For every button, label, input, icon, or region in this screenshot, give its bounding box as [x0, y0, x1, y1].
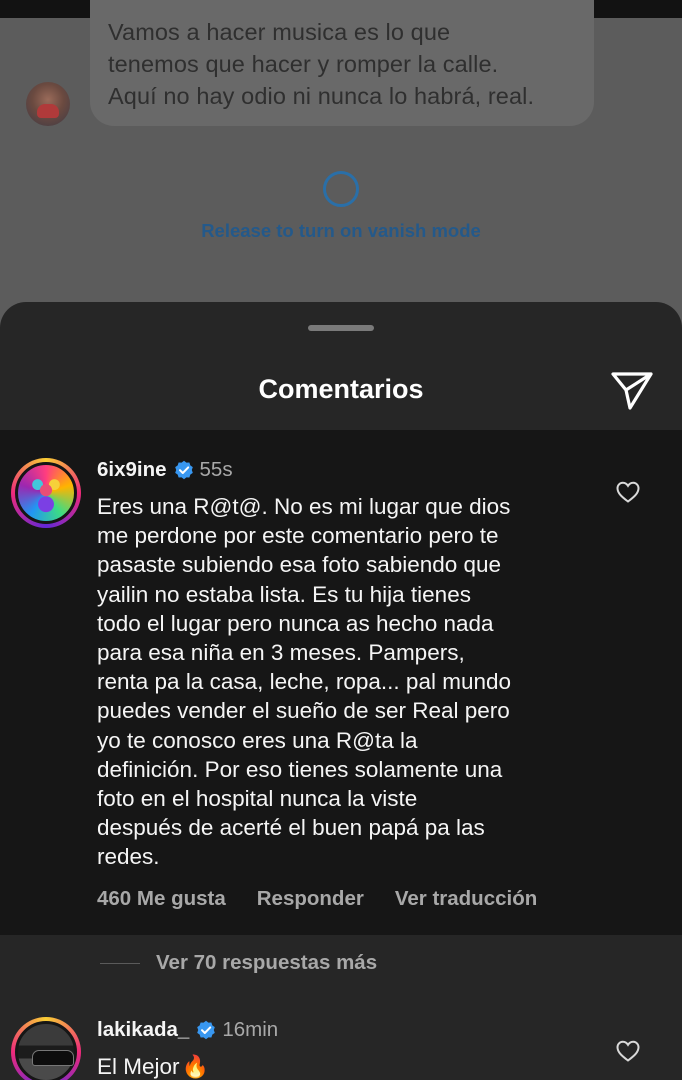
sender-avatar[interactable]: [26, 82, 70, 126]
reply-button[interactable]: Responder: [257, 887, 364, 911]
avatar-image: [15, 1021, 77, 1080]
replies-divider: [100, 962, 140, 964]
comment-line: definición. Por eso tienes solamente una: [97, 756, 503, 782]
comment-line: para esa niña en 3 meses. Pampers,: [97, 640, 465, 666]
commenter-avatar[interactable]: [11, 458, 81, 528]
message-bubble[interactable]: Vamos a hacer musica es lo que tenemos q…: [90, 0, 594, 126]
comment-line: pasaste subiendo esa foto sabiendo que: [97, 552, 502, 578]
comment-line: foto en el hospital nunca la viste: [97, 786, 418, 812]
car-image: [32, 1050, 74, 1066]
comment-username[interactable]: lakikada_: [97, 1018, 189, 1042]
comment-header: 6ix9ine 55s: [97, 458, 233, 482]
comment-timestamp: 16min: [222, 1018, 279, 1041]
sheet-drag-handle[interactable]: [308, 325, 374, 331]
view-replies-label: Ver 70 respuestas más: [156, 951, 378, 974]
likes-count[interactable]: 460 Me gusta: [97, 887, 226, 911]
message-line: Vamos a hacer musica es lo que: [108, 19, 451, 45]
message-line: tenemos que hacer y romper la calle.: [108, 51, 499, 77]
comment-line: todo el lugar pero nunca as hecho nada: [97, 610, 494, 636]
message-line: Aquí no hay odio ni nunca lo habrá, real…: [108, 83, 535, 109]
comment-username[interactable]: 6ix9ine: [97, 458, 167, 482]
translate-button[interactable]: Ver traducción: [395, 887, 537, 911]
chat-background: Vamos a hacer musica es lo que tenemos q…: [0, 0, 682, 330]
comment-line: puedes vender el sueño de ser Real pero: [97, 698, 510, 724]
comment-timestamp: 55s: [199, 458, 233, 481]
comment-line: yo te conosco eres una R@ta la: [97, 727, 418, 753]
comment-line: yailin no estaba lista. Es tu hija tiene…: [97, 581, 471, 607]
heart-icon[interactable]: [615, 1039, 641, 1063]
vanish-mode-hint: Release to turn on vanish mode: [201, 220, 481, 241]
comment-header: lakikada_ 16min: [97, 1018, 278, 1042]
comment-body: El Mejor: [97, 1054, 180, 1079]
comment-text: El Mejor🔥: [97, 1052, 209, 1080]
heart-icon[interactable]: [615, 480, 641, 504]
paper-plane-icon[interactable]: [609, 370, 655, 412]
fire-emoji: 🔥: [181, 1054, 209, 1079]
avatar-image: [15, 462, 77, 524]
comment-line: me perdone por este comentario pero te: [97, 523, 499, 549]
view-replies-button[interactable]: Ver 70 respuestas más: [100, 951, 377, 975]
comment-line: El Mejor🔥: [97, 1052, 209, 1080]
verified-badge-icon: [197, 1020, 216, 1040]
commenter-avatar[interactable]: [11, 1017, 81, 1080]
sheet-title: Comentarios: [258, 374, 424, 404]
comment-item: 6ix9ine 55s Eres una R@t@. No es mi luga…: [0, 430, 682, 935]
comment-line: después de acerté el buen papá pa las: [97, 815, 485, 841]
comment-line: redes.: [97, 844, 160, 870]
verified-badge-icon: [174, 460, 193, 480]
comment-text: Eres una R@t@. No es mi lugar que dios m…: [97, 492, 511, 872]
vanish-mode-ring-icon: [323, 171, 359, 207]
comment-actions: 460 Me gusta Responder Ver traducción: [97, 887, 568, 911]
comment-line: Eres una R@t@. No es mi lugar que dios: [97, 494, 511, 519]
comments-sheet: Comentarios 6ix9ine 55s Eres una R@t@. N…: [0, 302, 682, 1080]
comment-line: renta pa la casa, leche, ropa... pal mun…: [97, 669, 512, 695]
